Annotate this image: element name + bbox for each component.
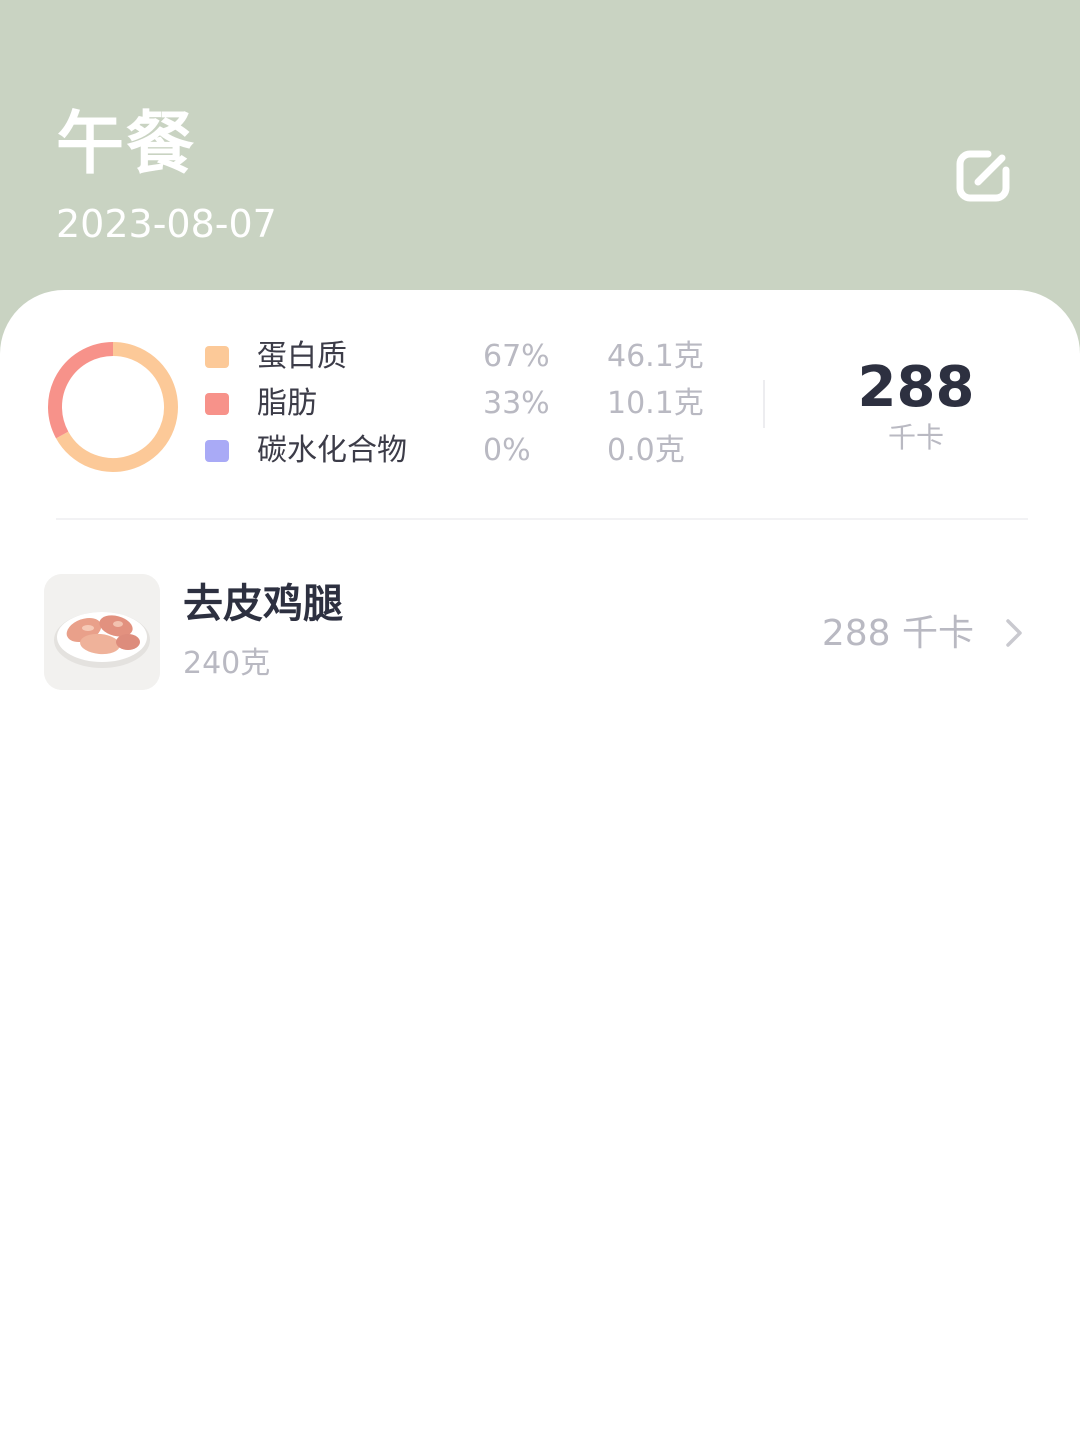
meal-header: 午餐 2023-08-07 xyxy=(0,0,1080,330)
legend-row-carbs: 碳水化合物 0% 0.0克 xyxy=(205,428,725,474)
food-photo-icon xyxy=(44,574,160,690)
donut-slice-脂肪 xyxy=(48,342,114,439)
summary-divider xyxy=(763,380,765,428)
legend-swatch-protein xyxy=(205,346,229,368)
food-calories: 288 千卡 xyxy=(821,613,974,654)
edit-icon xyxy=(956,150,1010,202)
legend-name: 碳水化合物 xyxy=(257,433,407,468)
legend-row-fat: 脂肪 33% 10.1克 xyxy=(205,381,725,427)
meal-title: 午餐 xyxy=(56,105,197,184)
donut-svg xyxy=(48,342,178,472)
total-calories: 288 xyxy=(857,355,975,420)
legend-row-protein: 蛋白质 67% 46.1克 xyxy=(205,334,725,380)
legend-name: 脂肪 xyxy=(257,386,317,421)
legend-grams: 10.1克 xyxy=(607,386,704,421)
legend-percent: 33% xyxy=(483,386,550,421)
legend-swatch-carbs xyxy=(205,440,229,462)
meal-date: 2023-08-07 xyxy=(56,202,277,246)
food-photo xyxy=(44,574,160,690)
legend-percent: 67% xyxy=(483,339,550,374)
legend-percent: 0% xyxy=(483,433,531,468)
food-name: 去皮鸡腿 xyxy=(183,581,343,627)
edit-button[interactable] xyxy=(948,140,1020,212)
section-divider xyxy=(56,518,1028,520)
macro-donut-chart xyxy=(44,338,182,476)
chevron-right-icon xyxy=(1002,616,1026,650)
legend-grams: 46.1克 xyxy=(607,339,704,374)
legend-grams: 0.0克 xyxy=(607,433,685,468)
calories-unit: 千卡 xyxy=(887,421,944,454)
food-weight: 240克 xyxy=(183,646,271,681)
food-list-item[interactable]: 去皮鸡腿 240克 288 千卡 xyxy=(44,572,1036,692)
legend-swatch-fat xyxy=(205,393,229,415)
legend-name: 蛋白质 xyxy=(257,339,347,374)
